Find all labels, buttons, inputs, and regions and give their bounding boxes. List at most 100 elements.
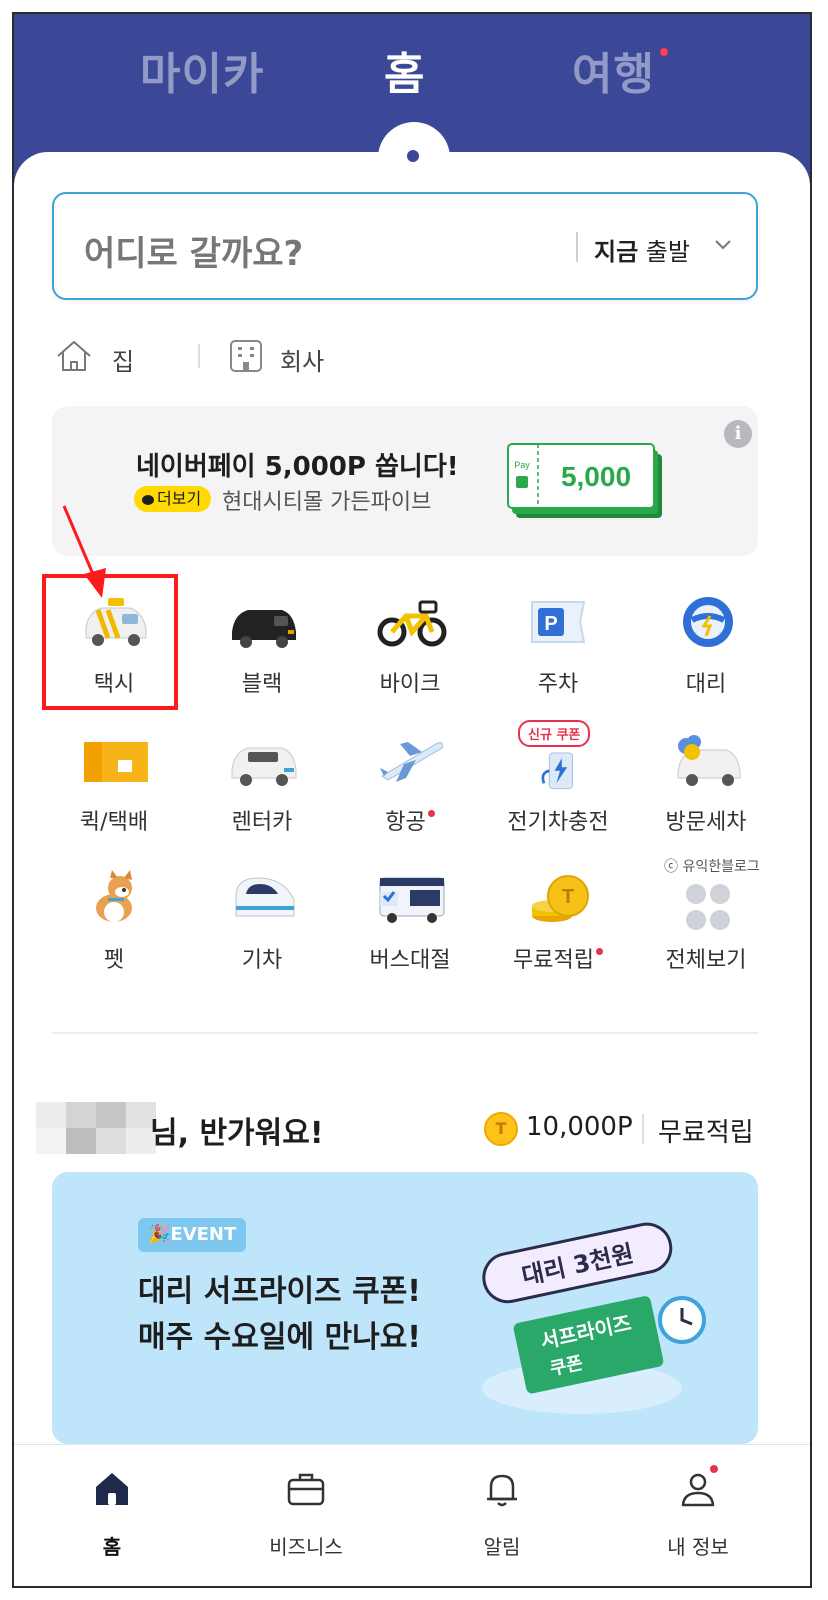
free-points-link[interactable]: 무료적립 (658, 1112, 754, 1149)
departure-time-selector[interactable]: 지금 출발 (594, 232, 690, 267)
new-dot (427, 810, 435, 817)
depart-suffix-label: 출발 (638, 238, 690, 266)
service-driver[interactable]: 대리 (636, 582, 776, 712)
points-divider (642, 1114, 644, 1144)
ev-charger-icon (541, 752, 573, 790)
coin-stack-icon: T (532, 875, 589, 922)
service-label: 블랙 (241, 672, 283, 697)
bus-icon (379, 877, 445, 923)
home-icon (96, 1473, 128, 1505)
bottom-navigation: 홈 비즈니스 알림 내 정보 (14, 1444, 810, 1586)
tab-home[interactable]: 홈 (384, 38, 425, 102)
nav-my-info[interactable]: 내 정보 (618, 1469, 778, 1569)
event-title-line2: 매주 수요일에 만나요! (138, 1320, 421, 1355)
dog-icon (96, 870, 132, 922)
nav-notifications[interactable]: 알림 (422, 1469, 582, 1569)
service-label: 펫 (103, 948, 125, 973)
ad-title: 네이버페이 5,000P 쏩니다! (136, 452, 459, 482)
service-label: 항공 (340, 804, 480, 836)
service-quick-parcel[interactable]: 퀵/택배 (44, 720, 184, 850)
places-divider (198, 344, 200, 368)
new-coupon-badge: 신규 쿠폰 (518, 720, 591, 747)
greeting-text: 님, 반가워요! (150, 1116, 324, 1151)
steering-wheel-icon (683, 597, 733, 647)
service-label: 렌터카 (231, 810, 293, 835)
top-tabs: 마이카 홈 여행 (14, 38, 810, 108)
nav-label: 알림 (483, 1535, 521, 1559)
service-bike[interactable]: 바이크 (340, 582, 480, 712)
place-home[interactable]: 집 (54, 336, 184, 376)
service-label: 퀵/택배 (79, 810, 149, 835)
my-info-notification-dot (710, 1465, 718, 1473)
service-label-text: 무료적립 (513, 948, 594, 973)
service-label: 기차 (241, 948, 283, 973)
destination-search-box[interactable]: 어디로 갈까요? 지금 출발 (52, 192, 758, 300)
service-label: 버스대절 (369, 948, 451, 973)
point-balance[interactable]: 10,000P (526, 1112, 633, 1142)
event-banner[interactable]: 🎉EVENT 대리 서프라이즈 쿠폰! 매주 수요일에 만나요! 대리 3천원 … (52, 1172, 758, 1444)
service-view-all[interactable]: 전체보기 (636, 858, 776, 988)
service-bus-charter[interactable]: 버스대절 (340, 858, 480, 988)
service-label: 주차 (537, 672, 579, 697)
place-work-label: 회사 (280, 348, 325, 376)
svg-text:P: P (544, 613, 557, 635)
nav-business[interactable]: 비즈니스 (226, 1469, 386, 1569)
chevron-down-icon (714, 232, 732, 257)
ad-more-button[interactable]: 더보기 (134, 486, 212, 512)
nav-label: 비즈니스 (269, 1535, 343, 1559)
red-arrow-icon (62, 505, 106, 598)
service-train[interactable]: 기차 (192, 858, 332, 988)
blurred-username (36, 1102, 156, 1154)
building-icon (230, 340, 262, 372)
service-label: 전체보기 (665, 948, 747, 973)
bell-icon (487, 1474, 517, 1507)
service-black[interactable]: 블랙 (192, 582, 332, 712)
ad-banner[interactable]: 네이버페이 5,000P 쏩니다! 더보기 현대시티몰 가든파이브 i Pay … (52, 406, 758, 556)
watermark: ⓒ 유익한블로그 (664, 859, 760, 875)
service-ev-charging[interactable]: 신규 쿠폰 전기차충전 (488, 720, 628, 850)
train-icon (235, 877, 295, 917)
person-icon (681, 1473, 715, 1507)
parcel-icon (84, 742, 148, 782)
saved-places: 집 회사 (54, 336, 454, 376)
nav-label: 홈 (102, 1535, 122, 1559)
coupon-illustration: 대리 3천원 서프라이즈 쿠폰 (482, 1222, 706, 1414)
parking-icon: P (531, 601, 586, 643)
ad-subtitle: 현대시티몰 가든파이브 (222, 490, 432, 515)
bike-icon (377, 600, 447, 647)
point-ticket-icon: Pay 5,000 (507, 443, 662, 518)
car-wash-icon (677, 735, 741, 786)
search-placeholder: 어디로 갈까요? (84, 234, 304, 274)
service-flight[interactable]: 항공 (340, 720, 480, 850)
ticket-pay-text: Pay (514, 460, 530, 470)
tab-travel[interactable]: 여행 (572, 38, 655, 102)
event-title-line1: 대리 서프라이즈 쿠폰! (138, 1274, 421, 1309)
service-label: 방문세차 (665, 810, 747, 835)
service-label: 바이크 (379, 672, 441, 697)
service-label: 무료적립 (488, 942, 628, 974)
section-divider (52, 1032, 758, 1034)
place-work[interactable]: 회사 (226, 336, 386, 376)
service-free-points[interactable]: T 무료적립 (488, 858, 628, 988)
service-label-text: 항공 (385, 810, 426, 835)
service-pet[interactable]: 펫 (44, 858, 184, 988)
info-icon[interactable]: i (724, 420, 752, 448)
tab-mycar[interactable]: 마이카 (140, 38, 264, 102)
service-label: 대리 (685, 672, 727, 697)
svg-text:T: T (562, 886, 574, 908)
new-dot (595, 948, 603, 955)
depart-now-label: 지금 (594, 238, 639, 266)
service-rental-car[interactable]: 렌터카 (192, 720, 332, 850)
home-icon (57, 341, 91, 371)
nav-home[interactable]: 홈 (32, 1469, 192, 1569)
app-frame: 마이카 홈 여행 어디로 갈까요? 지금 출발 집 회사 네이버페이 5,000… (12, 12, 812, 1588)
search-divider (576, 232, 578, 262)
rental-car-icon (231, 747, 297, 786)
briefcase-icon (287, 1473, 325, 1506)
place-home-label: 집 (112, 348, 135, 376)
service-parking[interactable]: P 주차 (488, 582, 628, 712)
service-car-wash[interactable]: 방문세차 (636, 720, 776, 850)
event-badge: 🎉EVENT (138, 1218, 247, 1252)
ad-more-label: 더보기 (157, 489, 202, 508)
grid-dots-icon (686, 884, 730, 930)
